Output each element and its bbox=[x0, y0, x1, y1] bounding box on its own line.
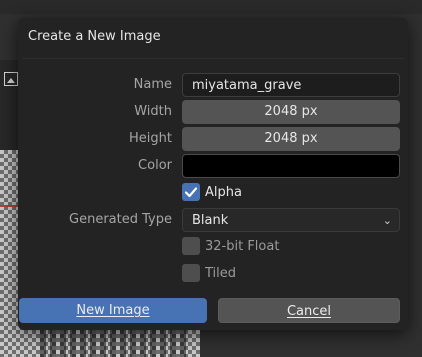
dialog-title: Create a New Image bbox=[28, 29, 161, 44]
canvas-content bbox=[40, 330, 190, 357]
height-label: Height bbox=[129, 131, 172, 146]
float-checkbox-row[interactable]: 32-bit Float bbox=[182, 236, 279, 256]
alpha-checkbox-row[interactable]: Alpha bbox=[182, 182, 242, 202]
alpha-checkbox[interactable] bbox=[182, 183, 200, 201]
width-label: Width bbox=[134, 104, 172, 119]
float-label: 32-bit Float bbox=[205, 238, 280, 254]
title-divider bbox=[22, 58, 404, 59]
alpha-label: Alpha bbox=[205, 184, 242, 200]
editor-header-strip bbox=[0, 0, 422, 14]
new-image-dialog: Create a New Image Name miyatama_grave W… bbox=[18, 18, 408, 330]
checkmark-icon bbox=[184, 187, 198, 198]
generated-type-select[interactable]: Blank ⌄ bbox=[182, 208, 400, 232]
chevron-down-icon: ⌄ bbox=[382, 214, 392, 227]
height-field[interactable]: 2048 px bbox=[182, 127, 400, 151]
cancel-button[interactable]: Cancel bbox=[218, 298, 400, 323]
color-swatch[interactable] bbox=[182, 154, 400, 178]
canvas-marker bbox=[0, 205, 18, 207]
color-label: Color bbox=[138, 158, 172, 173]
tiled-checkbox-row[interactable]: Tiled bbox=[182, 263, 236, 283]
name-label: Name bbox=[133, 77, 172, 92]
float-checkbox[interactable] bbox=[182, 237, 200, 255]
generated-type-label: Generated Type bbox=[69, 212, 172, 227]
tiled-checkbox[interactable] bbox=[182, 264, 200, 282]
new-image-button[interactable]: New Image bbox=[19, 298, 207, 323]
tiled-label: Tiled bbox=[205, 265, 237, 281]
generated-type-value: Blank bbox=[192, 213, 229, 228]
image-icon[interactable] bbox=[4, 72, 18, 86]
name-input[interactable]: miyatama_grave bbox=[182, 73, 400, 97]
width-field[interactable]: 2048 px bbox=[182, 100, 400, 124]
